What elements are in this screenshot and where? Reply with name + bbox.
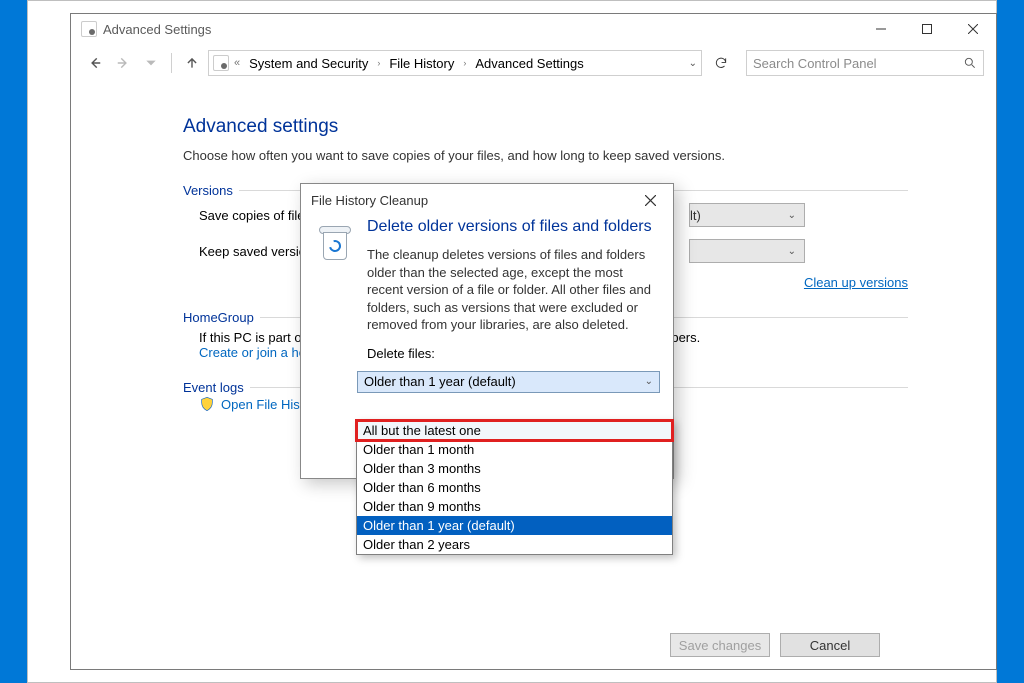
delete-files-dropdown-list: All but the latest oneOlder than 1 month… [356,420,673,555]
page-heading: Advanced settings [183,116,908,138]
control-panel-icon [213,55,229,71]
nav-back-button[interactable] [83,51,107,75]
dropdown-item[interactable]: Older than 3 months [357,459,672,478]
save-changes-button[interactable]: Save changes [670,633,770,657]
recycle-bin-icon [315,218,357,262]
group-eventlogs-label: Event logs [183,380,250,395]
refresh-button[interactable] [706,56,736,70]
cleanup-versions-link[interactable]: Clean up versions [804,275,908,290]
window-title: Advanced Settings [103,22,211,37]
breadcrumb-seg-0[interactable]: System and Security [245,56,372,71]
nav-recent-button[interactable] [139,51,163,75]
nav-up-button[interactable] [180,51,204,75]
create-homegroup-link[interactable]: Create or join a ho [199,345,306,360]
address-bar[interactable]: « System and Security › File History › A… [208,50,702,76]
nav-row: « System and Security › File History › A… [71,44,996,82]
breadcrumb-seg-2[interactable]: Advanced Settings [471,56,587,71]
minimize-button[interactable] [858,14,904,44]
delete-files-label: Delete files: [367,346,659,361]
dropdown-item[interactable]: Older than 1 year (default) [357,516,672,535]
delete-files-value: Older than 1 year (default) [364,374,516,389]
nav-forward-button[interactable] [111,51,135,75]
dropdown-item[interactable]: Older than 2 years [357,535,672,554]
open-file-history-link[interactable]: Open File Hist [221,397,303,412]
address-history-button[interactable]: ⌄ [689,58,701,69]
dialog-title: File History Cleanup [301,184,673,216]
group-homegroup-label: HomeGroup [183,310,260,325]
dialog-heading: Delete older versions of files and folde… [367,218,659,236]
dropdown-item[interactable]: All but the latest one [357,421,672,440]
dropdown-item[interactable]: Older than 1 month [357,440,672,459]
shield-icon [199,396,215,412]
save-copies-dropdown[interactable]: lt)⌄ [689,203,805,227]
dropdown-item[interactable]: Older than 9 months [357,497,672,516]
close-button[interactable] [950,14,996,44]
search-placeholder: Search Control Panel [753,56,963,71]
breadcrumb-seg-1[interactable]: File History [385,56,458,71]
dialog-close-button[interactable] [633,188,667,212]
app-icon [81,21,97,37]
delete-files-dropdown[interactable]: Older than 1 year (default) ⌄ [357,371,660,393]
maximize-button[interactable] [904,14,950,44]
breadcrumb-root-chevron[interactable]: « [231,57,243,69]
titlebar: Advanced Settings [71,14,996,44]
dialog-body-text: The cleanup deletes versions of files an… [367,246,659,334]
page-description: Choose how often you want to save copies… [183,148,908,163]
search-icon [963,56,977,70]
chevron-right-icon[interactable]: › [374,58,383,68]
cancel-button[interactable]: Cancel [780,633,880,657]
keep-versions-dropdown[interactable]: ⌄ [689,239,805,263]
dropdown-item[interactable]: Older than 6 months [357,478,672,497]
chevron-right-icon[interactable]: › [460,58,469,68]
homegroup-text-prefix: If this PC is part of [199,330,305,345]
group-versions-label: Versions [183,183,239,198]
search-input[interactable]: Search Control Panel [746,50,984,76]
